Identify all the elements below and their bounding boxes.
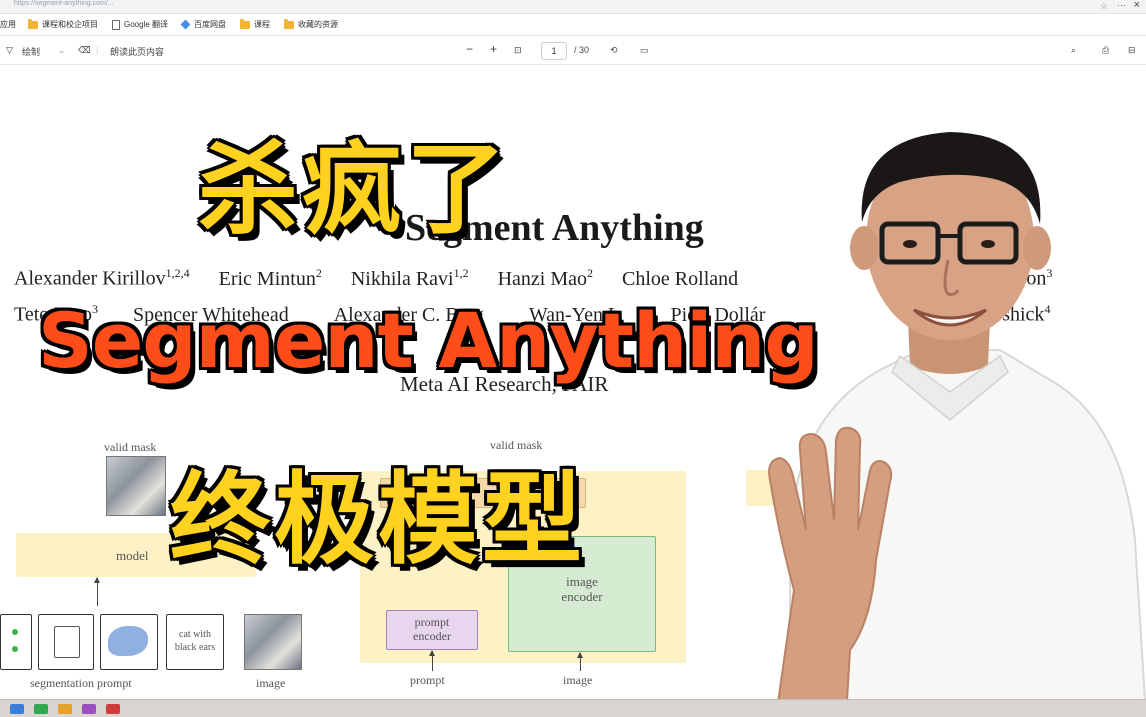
point-prompt-box (0, 614, 32, 670)
overlay-title-line3: 终极模型 (170, 461, 586, 578)
close-window-icon[interactable]: × (1134, 0, 1140, 11)
bookmark-item[interactable]: 收藏的资源 (284, 18, 338, 30)
presenter (750, 120, 1146, 717)
image-label-left: image (256, 676, 286, 690)
chevron-down-icon[interactable]: ⌄ (58, 45, 66, 56)
page-total: / 30 (574, 45, 590, 55)
taskbar (0, 699, 1146, 717)
zoom-in-button[interactable]: + (490, 42, 497, 56)
page-number-input[interactable]: 1 (541, 42, 567, 60)
image-thumbnail (244, 614, 302, 670)
bookmark-apps[interactable]: 应用 (0, 19, 16, 30)
bookmarks-bar: 应用 课程和校企项目 Google 翻译 百度网盘 课程 收藏的资源 (0, 14, 1146, 36)
mask-prompt-blob (108, 626, 148, 656)
diamond-icon (180, 19, 191, 30)
mask-thumbnail (106, 456, 166, 516)
text-prompt-label: cat with black ears (174, 629, 216, 653)
app-icon[interactable] (106, 704, 120, 714)
eraser-icon[interactable]: ⌫ (78, 45, 91, 56)
valid-mask-label-left: valid mask (104, 440, 157, 454)
arrow-up-icon (577, 652, 583, 671)
fit-page-icon[interactable]: ⊡ (514, 45, 522, 56)
arrow-up-icon (94, 577, 100, 606)
read-aloud-button[interactable]: 朗读此页内容 (110, 45, 164, 58)
app-icon[interactable] (82, 704, 96, 714)
browser-address-bar[interactable]: https://segment-anything.com/... ⋯ ☆ × (0, 0, 1146, 14)
print-icon[interactable]: ⎙ (1102, 45, 1109, 56)
save-icon[interactable]: ⊟ (1128, 45, 1136, 56)
presenter-illustration (768, 132, 1146, 717)
bookmark-item[interactable]: Google 翻译 (112, 19, 168, 30)
star-icon[interactable]: ☆ (1100, 1, 1108, 12)
draw-button[interactable]: 绘制 (22, 45, 40, 58)
app-icon[interactable] (58, 704, 72, 714)
prompt-encoder-label: prompt encoder (413, 615, 451, 643)
folder-icon (284, 18, 295, 29)
toolbar-divider: | (96, 45, 99, 55)
zoom-out-button[interactable]: − (466, 42, 473, 56)
pdf-toolbar: ▽ 绘制 ⌄ ⌫ | 朗读此页内容 − + ⊡ 1 / 30 ⟲ ▭ ⌕ ⎙ ⊟ (0, 37, 1146, 65)
more-icon[interactable]: ⋯ (1117, 0, 1126, 11)
draw-icon[interactable]: ▽ (6, 45, 13, 56)
rotate-icon[interactable]: ⟲ (610, 45, 618, 56)
segmentation-prompt-label: segmentation prompt (30, 676, 132, 690)
arrow-up-icon (429, 650, 435, 671)
overlay-title-line2: Segment Anything (38, 296, 819, 385)
bookmark-item[interactable]: 百度网盘 (180, 19, 226, 30)
prompt-label-bottom: prompt (410, 673, 445, 687)
bookmark-item[interactable]: 课程和校企项目 (28, 18, 98, 30)
app-icon[interactable] (34, 704, 48, 714)
point-dot (12, 629, 18, 635)
bookmark-item[interactable]: 课程 (240, 18, 270, 30)
overlay-title-line1: 杀疯了 (198, 131, 510, 248)
model-label: model (116, 548, 149, 563)
image-label-bottom: image (563, 673, 593, 687)
page-view-icon[interactable]: ▭ (640, 45, 649, 56)
doc-icon (112, 19, 120, 30)
folder-icon (240, 18, 251, 29)
box-prompt-rect (54, 626, 80, 658)
search-icon[interactable]: ⌕ (1071, 45, 1076, 56)
url-text[interactable]: https://segment-anything.com/... (14, 0, 114, 7)
start-icon[interactable] (10, 704, 24, 714)
point-dot (12, 646, 18, 652)
folder-icon (28, 18, 38, 29)
author-row-1: Alexander Kirillov1,2,4 Eric Mintun2 Nik… (14, 266, 739, 290)
